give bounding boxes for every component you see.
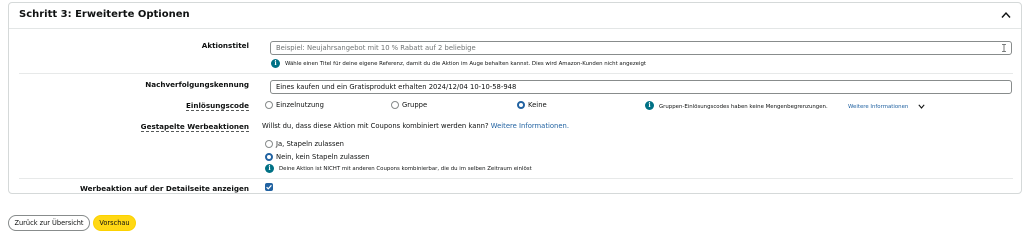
info-icon: i [645, 101, 654, 110]
radio-allow-stacking[interactable] [265, 140, 273, 148]
panel-header[interactable]: Schritt 3: Erweiterte Optionen [9, 3, 1021, 29]
promo-title-label: Aktionstitel [201, 41, 249, 50]
radio-group[interactable] [391, 101, 399, 109]
radio-group-label[interactable]: Gruppe [402, 101, 427, 109]
chevron-down-icon[interactable] [918, 104, 925, 109]
redemption-code-label[interactable]: Einlösungscode [185, 101, 249, 111]
radio-single-use-label[interactable]: Einzelnutzung [276, 101, 324, 109]
stacked-question-text: Willst du, dass diese Aktion mit Coupons… [262, 122, 489, 130]
radio-single-use[interactable] [265, 101, 273, 109]
promo-title-placeholder: Beispiel: Neujahrsangebot mit 10 % Rabat… [276, 44, 476, 52]
divider [19, 178, 1013, 179]
tracking-id-label: Nachverfolgungskennung [145, 80, 249, 89]
info-icon: i [265, 164, 274, 173]
radio-no-stacking-label[interactable]: Nein, kein Stapeln zulassen [276, 153, 370, 161]
radio-no-stacking[interactable] [265, 153, 273, 161]
stacked-promos-hint: Deine Aktion ist NICHT mit anderen Coupo… [279, 166, 532, 172]
checkmark-icon [266, 184, 272, 190]
redemption-more-info-link[interactable]: Weitere Informationen [848, 104, 908, 110]
tracking-id-value: Eines kaufen und ein Gratisprodukt erhal… [276, 83, 517, 91]
detail-page-label: Werbeaktion auf der Detailseite anzeigen [80, 184, 249, 193]
radio-allow-stacking-label[interactable]: Ja, Stapeln zulassen [276, 140, 344, 148]
stacked-promos-label[interactable]: Gestapelte Werbeaktionen [140, 122, 249, 132]
divider [19, 73, 1013, 74]
advanced-options-panel: Schritt 3: Erweiterte Optionen Aktionsti… [8, 2, 1022, 194]
back-to-overview-button[interactable]: Zurück zur Übersicht [8, 215, 90, 231]
promo-title-hint: Wähle einen Titel für deine eigene Refer… [285, 61, 647, 67]
info-icon: i [271, 59, 280, 68]
detail-page-checkbox[interactable] [265, 183, 273, 191]
stacked-promos-question: Willst du, dass diese Aktion mit Coupons… [262, 122, 569, 130]
radio-none-label[interactable]: Keine [528, 101, 547, 109]
redemption-code-hint: Gruppen-Einlösungscodes haben keine Meng… [659, 104, 828, 110]
promo-title-input[interactable]: Beispiel: Neujahrsangebot mit 10 % Rabat… [270, 41, 1012, 55]
radio-none[interactable] [517, 101, 525, 109]
preview-button[interactable]: Vorschau [93, 215, 136, 231]
chevron-up-icon[interactable] [1001, 11, 1011, 19]
stacked-more-info-link[interactable]: Weitere Informationen. [491, 122, 569, 130]
text-cursor-icon [1002, 44, 1006, 52]
tracking-id-input[interactable]: Eines kaufen und ein Gratisprodukt erhal… [270, 80, 1012, 94]
section-title: Schritt 3: Erweiterte Optionen [19, 9, 190, 20]
